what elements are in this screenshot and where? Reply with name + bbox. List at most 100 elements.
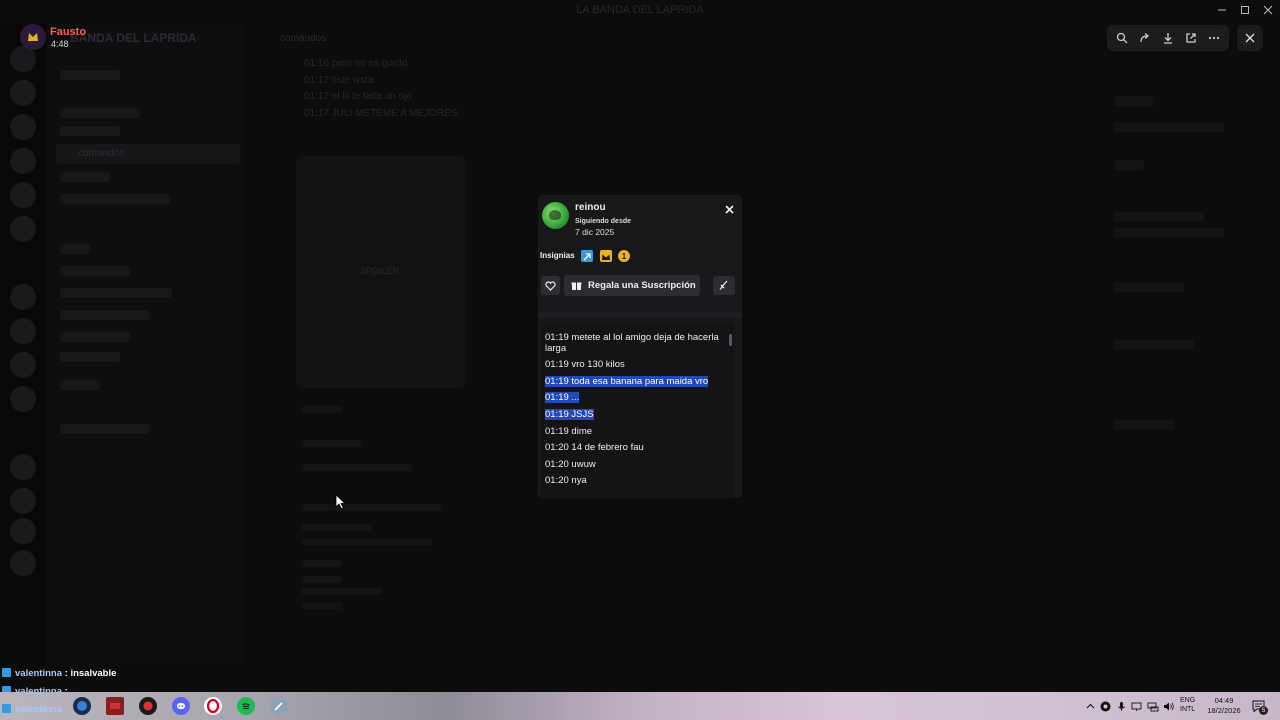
bits-badge-icon — [2, 704, 11, 713]
crown-icon — [28, 33, 38, 41]
member-item[interactable] — [1114, 228, 1224, 238]
window-close-button[interactable] — [1258, 3, 1278, 17]
forward-button[interactable] — [1136, 29, 1154, 47]
tray-app[interactable] — [1100, 699, 1111, 713]
history-message-selected: 01:19 ... — [545, 392, 729, 403]
background-message: 01:17 el lil te falta un ojo — [304, 91, 412, 102]
member-item[interactable] — [1114, 122, 1224, 132]
server-sidebar — [0, 24, 46, 664]
message-time: 01:20 — [545, 459, 569, 470]
tray-network[interactable] — [1147, 699, 1159, 713]
channel-item[interactable] — [60, 332, 130, 342]
server-icon[interactable] — [10, 284, 36, 310]
server-icon[interactable] — [10, 488, 36, 514]
tray-chevron[interactable] — [1086, 699, 1095, 713]
server-icon[interactable] — [10, 182, 36, 208]
heart-icon — [545, 280, 556, 291]
input-language[interactable]: ENG INTL — [1180, 696, 1195, 714]
taskbar-app-icon[interactable] — [106, 697, 124, 715]
taskbar-clock[interactable]: 04:49 18/2/2026 — [1203, 696, 1245, 716]
volume-icon — [1164, 702, 1174, 710]
mouse-cursor-icon — [335, 494, 347, 510]
server-icon[interactable] — [10, 216, 36, 242]
user-avatar[interactable] — [542, 202, 569, 229]
open-external-button[interactable] — [1182, 29, 1200, 47]
channel-item[interactable] — [60, 70, 120, 80]
close-icon — [724, 204, 734, 214]
overlay-message: : insalvable — [64, 668, 117, 679]
notification-count-badge: 5 — [1259, 706, 1268, 715]
member-item[interactable] — [1114, 282, 1184, 292]
channel-item[interactable] — [60, 424, 150, 434]
subscriber-badge-icon[interactable]: 1 — [618, 250, 630, 262]
channel-item[interactable] — [60, 108, 140, 118]
maximize-icon — [1241, 6, 1249, 14]
server-icon[interactable] — [10, 352, 36, 378]
message-text: toda esa banana para maida vro — [571, 376, 709, 387]
more-options-button[interactable] — [1205, 29, 1223, 47]
server-icon[interactable] — [10, 148, 36, 174]
server-icon[interactable] — [10, 518, 36, 544]
message-text: 14 de febrero fau — [571, 442, 644, 453]
member-item[interactable] — [1114, 160, 1144, 170]
gift-subscription-label: Regala una Suscripción — [588, 280, 696, 291]
overlay-username: valentinna — [15, 668, 62, 679]
server-icon[interactable] — [10, 114, 36, 140]
tray-network-app[interactable] — [1131, 699, 1142, 713]
channel-item[interactable] — [60, 288, 172, 298]
opera-app-icon[interactable] — [204, 697, 222, 715]
follow-button[interactable] — [541, 276, 560, 295]
member-item[interactable] — [1114, 340, 1194, 350]
channel-item[interactable] — [60, 172, 110, 182]
notification-time: 4:48 — [51, 39, 69, 49]
taskbar-app-icon[interactable] — [270, 697, 288, 715]
channel-item[interactable] — [60, 126, 120, 136]
popup-close-button[interactable] — [722, 202, 736, 216]
gift-subscription-button[interactable]: Regala una Suscripción — [564, 275, 700, 296]
discord-app-icon[interactable] — [172, 697, 190, 715]
channel-sidebar — [48, 24, 244, 664]
channel-item[interactable] — [60, 380, 100, 390]
zoom-button[interactable] — [1113, 29, 1131, 47]
opera-icon — [206, 699, 220, 713]
message-text: nya — [571, 475, 587, 486]
spotify-app-icon[interactable] — [237, 697, 255, 715]
channel-item[interactable] — [60, 266, 130, 276]
channel-item[interactable] — [60, 352, 120, 362]
tray-volume[interactable] — [1163, 699, 1175, 713]
background-message: 01:17 JULI METEME A MEJORES — [304, 108, 458, 119]
taskbar-app-icon[interactable] — [139, 697, 157, 715]
member-item[interactable] — [1114, 212, 1204, 222]
server-icon[interactable] — [10, 386, 36, 412]
member-item[interactable] — [1114, 420, 1174, 430]
user-name[interactable]: reinou — [575, 202, 606, 213]
bits-badge-icon[interactable] — [581, 250, 593, 262]
member-item[interactable] — [1114, 96, 1154, 106]
message-time: 01:20 — [545, 442, 569, 453]
maximize-button[interactable] — [1235, 3, 1255, 17]
user-message-history[interactable]: 01:19 metete al lol amigo deja de hacerl… — [541, 322, 734, 498]
channel-item[interactable] — [60, 310, 150, 320]
download-button[interactable] — [1159, 29, 1177, 47]
viewer-close-button[interactable] — [1237, 25, 1263, 51]
moderation-button[interactable] — [713, 276, 735, 295]
tray-mic[interactable] — [1117, 699, 1126, 713]
channel-name: comandos — [78, 148, 125, 159]
message-text: metete al lol amigo deja de hacerla larg… — [545, 332, 719, 354]
discord-icon — [177, 703, 185, 709]
crown-badge-icon[interactable] — [600, 250, 612, 262]
chevron-up-icon — [1086, 703, 1095, 708]
taskbar-app-icon[interactable] — [73, 697, 91, 715]
server-icon[interactable] — [10, 80, 36, 106]
keyboard-layout: INTL — [1180, 706, 1196, 713]
message-time: 01:19 — [545, 392, 569, 403]
server-icon[interactable] — [10, 550, 36, 576]
server-icon[interactable] — [10, 454, 36, 480]
channel-item[interactable] — [60, 194, 170, 204]
channel-item[interactable] — [60, 244, 90, 254]
scrollbar[interactable] — [729, 334, 732, 346]
server-icon[interactable] — [10, 318, 36, 344]
overlay-username: valentinna — [15, 704, 62, 715]
image-ghost — [302, 524, 372, 531]
minimize-button[interactable] — [1212, 3, 1232, 17]
